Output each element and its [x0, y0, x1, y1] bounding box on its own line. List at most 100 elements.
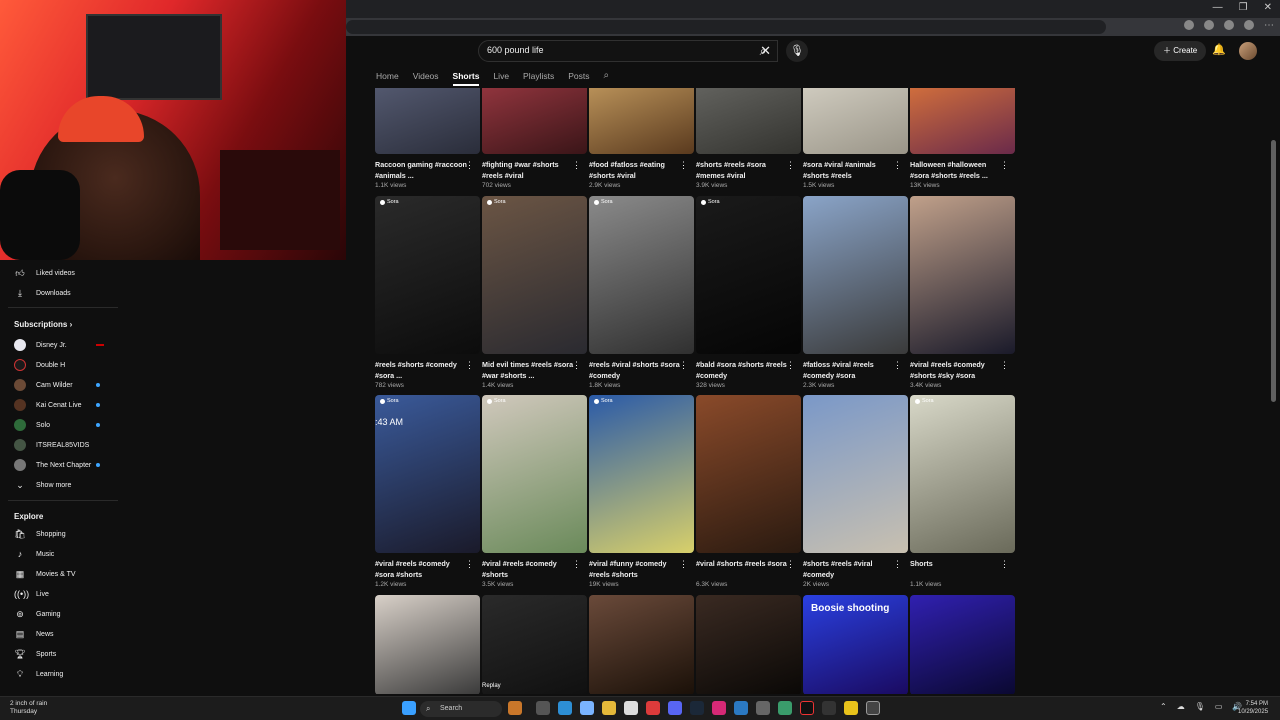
- app-icon[interactable]: [734, 701, 748, 715]
- more-options-icon[interactable]: ⋮: [786, 559, 795, 570]
- short-card[interactable]: Sora #viral #reels #comedy #shorts 3.5K vi…: [482, 395, 587, 588]
- sidebar-item-learning[interactable]: 💡︎ Learning: [14, 667, 63, 681]
- short-card[interactable]: Halloween #halloween #sora #shorts #reel…: [910, 88, 1015, 189]
- short-card[interactable]: Sora:43 AM #viral #reels #comedy #sora #s…: [375, 395, 480, 588]
- short-thumbnail[interactable]: [696, 395, 801, 553]
- short-title[interactable]: Halloween #halloween #sora #shorts #reel…: [910, 160, 1002, 181]
- app-icon[interactable]: [778, 701, 792, 715]
- short-thumbnail[interactable]: [375, 595, 480, 694]
- short-card[interactable]: Sora #reels #viral #shorts #sora #comedy 1…: [589, 196, 694, 389]
- short-card[interactable]: Sora #reels #shorts #comedy #sora ... 782 …: [375, 196, 480, 389]
- obs-icon[interactable]: [866, 701, 880, 715]
- subscriptions-heading[interactable]: Subscriptions ›: [14, 320, 72, 329]
- more-options-icon[interactable]: ⋮: [1000, 360, 1009, 371]
- short-card[interactable]: Sora Mid evil times #reels #sora #war #sh…: [482, 196, 587, 389]
- weather-widget[interactable]: 2 inch of rain Thursday: [10, 700, 47, 716]
- short-title[interactable]: #food #fatloss #eating #shorts #viral: [589, 160, 681, 181]
- short-title[interactable]: Shorts: [910, 559, 1002, 580]
- create-button[interactable]: ＋ Create: [1154, 41, 1207, 61]
- sidebar-item-movies-tv[interactable]: ▦ Movies & TV: [14, 567, 76, 581]
- tab-videos[interactable]: Videos: [413, 68, 439, 86]
- sidebar-item-liked-videos[interactable]: 👍︎ Liked videos: [14, 266, 75, 280]
- chatgpt-icon[interactable]: [756, 701, 770, 715]
- clock[interactable]: 7:54 PM 10/29/2025: [1238, 700, 1268, 716]
- close-icon[interactable]: ✕: [1264, 2, 1272, 13]
- account-avatar[interactable]: [1239, 42, 1257, 60]
- search-box[interactable]: 600 pound life ✕: [478, 40, 778, 62]
- short-title[interactable]: #shorts #reels #viral #comedy: [803, 559, 895, 580]
- short-thumbnail[interactable]: Sora: [589, 196, 694, 354]
- short-thumbnail[interactable]: Sora: [696, 196, 801, 354]
- short-title[interactable]: #sora #viral #animals #shorts #reels: [803, 160, 895, 181]
- short-thumbnail[interactable]: [803, 395, 908, 553]
- short-thumbnail[interactable]: [696, 595, 801, 694]
- profile-icon[interactable]: [1244, 20, 1254, 30]
- more-options-icon[interactable]: ⋮: [893, 360, 902, 371]
- sidebar-item-live[interactable]: ((•)) Live: [14, 587, 49, 601]
- sidebar-item-solo[interactable]: Solo: [14, 418, 50, 432]
- more-menu-icon[interactable]: ⋯: [1264, 20, 1274, 31]
- more-options-icon[interactable]: ⋮: [786, 360, 795, 371]
- page-scrollbar[interactable]: [1270, 88, 1277, 694]
- sidebar-item-disney-jr[interactable]: Disney Jr.: [14, 338, 67, 352]
- short-thumbnail[interactable]: [589, 88, 694, 154]
- microphone-icon[interactable]: 🎙: [786, 40, 808, 62]
- short-card[interactable]: Sora #bald #sora #shorts #reels #comedy 32…: [696, 196, 801, 389]
- short-title[interactable]: #shorts #reels #sora #memes #viral: [696, 160, 788, 181]
- search-icon[interactable]: ⌕: [749, 40, 777, 62]
- capcut-icon[interactable]: [822, 701, 836, 715]
- extension-icon[interactable]: [1224, 20, 1234, 30]
- short-thumbnail[interactable]: Sora: [375, 196, 480, 354]
- short-thumbnail[interactable]: [910, 595, 1015, 694]
- sidebar-item-cam-wilder[interactable]: Cam Wilder: [14, 378, 73, 392]
- short-title[interactable]: Mid evil times #reels #sora #war #shorts…: [482, 360, 574, 381]
- sidebar-item-sports[interactable]: 🏆︎ Sports: [14, 647, 56, 661]
- short-thumbnail[interactable]: Sora: [910, 395, 1015, 553]
- short-title[interactable]: #viral #funny #comedy #reels #shorts: [589, 559, 681, 580]
- short-title[interactable]: #fatloss #viral #reels #comedy #sora: [803, 360, 895, 381]
- more-options-icon[interactable]: ⋮: [572, 559, 581, 570]
- more-options-icon[interactable]: ⋮: [572, 360, 581, 371]
- short-title[interactable]: #reels #shorts #comedy #sora ...: [375, 360, 467, 381]
- more-options-icon[interactable]: ⋮: [465, 360, 474, 371]
- more-options-icon[interactable]: ⋮: [465, 559, 474, 570]
- task-view-icon[interactable]: [536, 701, 550, 715]
- tiktok-icon[interactable]: [800, 701, 814, 715]
- short-card[interactable]: Sora #viral #funny #comedy #reels #shorts…: [589, 395, 694, 588]
- search-input[interactable]: 600 pound life: [487, 45, 544, 55]
- short-card[interactable]: #viral #shorts #reels #sora 6.3K views ⋮: [696, 395, 801, 588]
- short-title[interactable]: #viral #shorts #reels #sora: [696, 559, 788, 580]
- short-title[interactable]: Raccoon gaming #raccoon #animals ...: [375, 160, 467, 181]
- minimize-icon[interactable]: —: [1213, 2, 1223, 13]
- url-field[interactable]: [346, 20, 1106, 34]
- short-thumbnail[interactable]: Boosie shooting: [803, 595, 908, 694]
- short-card[interactable]: #shorts #reels #sora #memes #viral 3.9K v…: [696, 88, 801, 189]
- more-options-icon[interactable]: ⋮: [679, 160, 688, 171]
- app-icon[interactable]: [508, 701, 522, 715]
- tab-shorts[interactable]: Shorts: [452, 68, 480, 86]
- copilot-icon[interactable]: [580, 701, 594, 715]
- short-card[interactable]: #viral #reels #comedy #shorts #sky #sora…: [910, 196, 1015, 389]
- short-thumbnail[interactable]: [910, 88, 1015, 154]
- short-card[interactable]: #sora #viral #animals #shorts #reels 1.5K…: [803, 88, 908, 189]
- short-title[interactable]: #viral #reels #comedy #shorts: [482, 559, 574, 580]
- taskbar-search[interactable]: ⌕ Search: [420, 701, 502, 717]
- extension-icon[interactable]: [1204, 20, 1214, 30]
- sidebar-item-gaming[interactable]: ⊚ Gaming: [14, 607, 60, 621]
- short-title[interactable]: #fighting #war #shorts #reels #viral: [482, 160, 574, 181]
- more-options-icon[interactable]: ⋮: [679, 559, 688, 570]
- short-title[interactable]: #bald #sora #shorts #reels #comedy: [696, 360, 788, 381]
- short-card[interactable]: #fatloss #viral #reels #comedy #sora 2.3K…: [803, 196, 908, 389]
- more-options-icon[interactable]: ⋮: [1000, 559, 1009, 570]
- short-thumbnail[interactable]: Replay: [482, 595, 587, 694]
- discord-icon[interactable]: [668, 701, 682, 715]
- more-options-icon[interactable]: ⋮: [1000, 160, 1009, 171]
- mic-tray-icon[interactable]: 🎙: [1195, 702, 1205, 711]
- tab-posts[interactable]: Posts: [568, 68, 589, 86]
- short-thumbnail[interactable]: [696, 88, 801, 154]
- windows-start-icon[interactable]: [402, 701, 416, 715]
- sidebar-item-downloads[interactable]: ⤓ Downloads: [14, 286, 71, 300]
- more-options-icon[interactable]: ⋮: [786, 160, 795, 171]
- notifications-bell-icon[interactable]: 🔔: [1212, 43, 1226, 56]
- tab-home[interactable]: Home: [376, 68, 399, 86]
